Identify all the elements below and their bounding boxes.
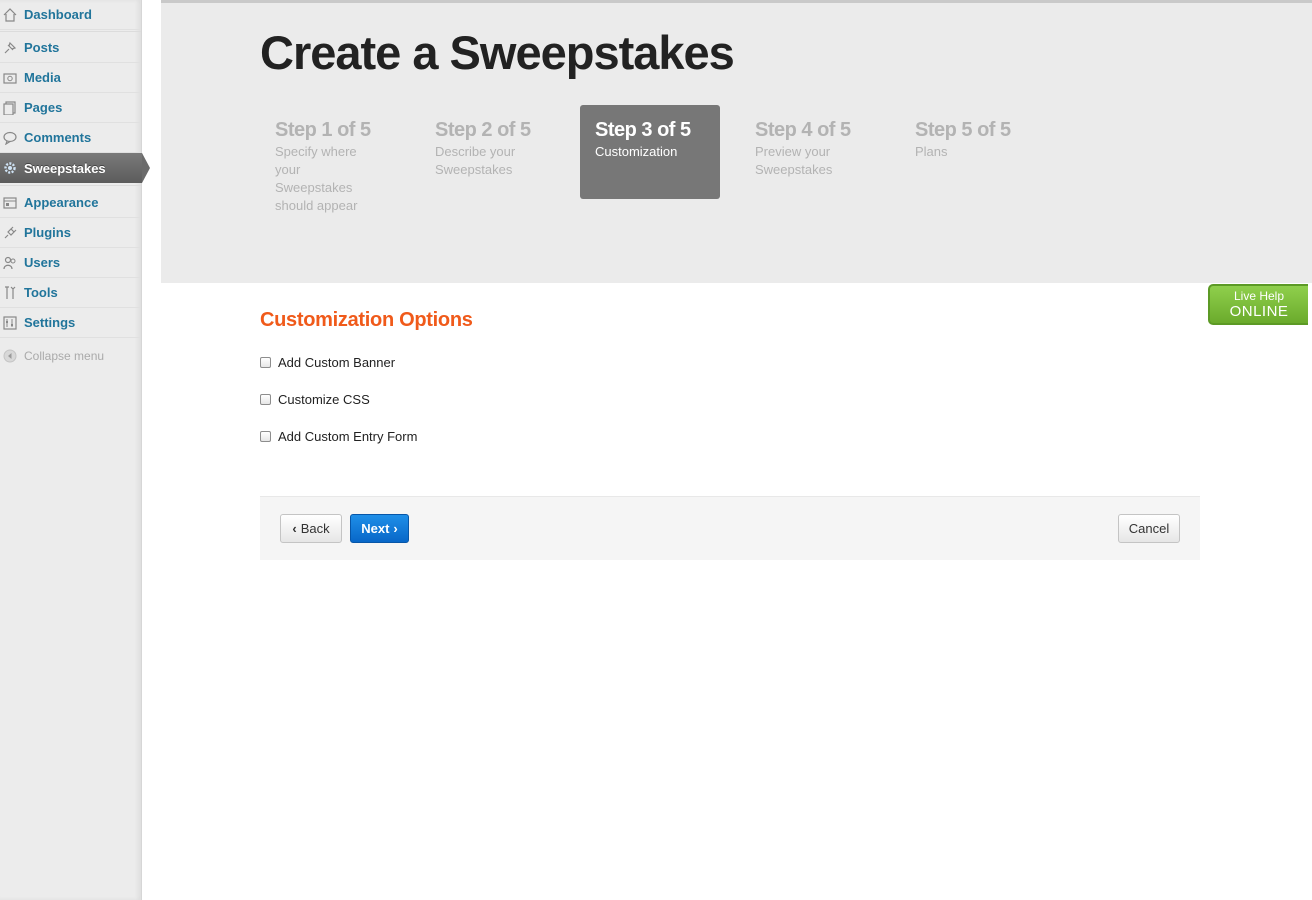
admin-sidebar: Dashboard Posts Media Pages Comments Swe… (0, 0, 150, 900)
sidebar-item-posts[interactable]: Posts (0, 33, 141, 63)
step-title: Step 3 of 5 (595, 119, 691, 141)
plug-icon (3, 226, 17, 240)
cancel-button[interactable]: Cancel (1118, 514, 1180, 543)
option-label: Customize CSS (278, 391, 370, 407)
step-description: Describe your Sweepstakes (435, 144, 516, 177)
step-description: Customization (595, 144, 678, 159)
sidebar-item-appearance[interactable]: Appearance (0, 188, 141, 218)
collapse-arrow-icon (3, 349, 17, 363)
sidebar-item-users[interactable]: Users (0, 248, 141, 278)
collapse-menu-button[interactable]: Collapse menu (0, 341, 141, 371)
appearance-icon (3, 196, 17, 210)
customize-css-checkbox[interactable] (260, 393, 271, 405)
option-custom-entry-form[interactable]: Add Custom Entry Form (260, 427, 417, 445)
step-title: Step 4 of 5 (755, 119, 851, 141)
dashboard-icon (3, 7, 17, 22)
sidebar-item-comments[interactable]: Comments (0, 123, 141, 153)
media-icon (3, 71, 17, 85)
step-description: Plans (915, 144, 948, 159)
sidebar-separator (0, 31, 141, 32)
wizard-step-3[interactable]: Step 3 of 5 Customization (580, 105, 720, 199)
sidebar-separator (0, 185, 141, 186)
custom-entry-form-checkbox[interactable] (260, 430, 271, 442)
option-label: Add Custom Banner (278, 354, 396, 370)
pages-icon (3, 100, 17, 115)
sidebar-item-tools[interactable]: Tools (0, 278, 141, 308)
wizard-action-bar: ‹ Back Next › Cancel (260, 496, 1200, 560)
section-title: Customization Options (260, 309, 473, 331)
option-label: Add Custom Entry Form (278, 428, 418, 444)
live-help-button[interactable]: Live Help ONLINE (1208, 284, 1308, 325)
tools-icon (3, 285, 17, 300)
sidebar-item-sweepstakes[interactable]: Sweepstakes (0, 153, 150, 183)
option-custom-banner[interactable]: Add Custom Banner (260, 353, 395, 371)
wizard-step-2[interactable]: Step 2 of 5 Describe your Sweepstakes (420, 105, 560, 191)
back-button[interactable]: ‹ Back (280, 514, 342, 543)
step-title: Step 2 of 5 (435, 119, 531, 141)
wizard-header: Create a Sweepstakes Step 1 of 5 Specify… (161, 0, 1312, 283)
live-help-status: ONLINE (1229, 303, 1289, 320)
wizard-step-5[interactable]: Step 5 of 5 Plans (900, 105, 1040, 173)
step-description: Preview your Sweepstakes (755, 144, 833, 177)
pin-icon (3, 41, 17, 55)
live-help-label: Live Help (1233, 289, 1285, 303)
step-description: Specify where your Sweepstakes should ap… (275, 144, 358, 213)
wizard-step-1[interactable]: Step 1 of 5 Specify where your Sweepstak… (260, 105, 400, 227)
sidebar-item-dashboard[interactable]: Dashboard (0, 0, 141, 30)
next-button[interactable]: Next › (350, 514, 409, 543)
sidebar-item-media[interactable]: Media (0, 63, 141, 93)
sidebar-item-pages[interactable]: Pages (0, 93, 141, 123)
settings-icon (3, 315, 17, 330)
chevron-left-icon: ‹ (292, 521, 297, 536)
option-customize-css[interactable]: Customize CSS (260, 390, 370, 408)
page-title: Create a Sweepstakes (260, 26, 735, 79)
sidebar-item-settings[interactable]: Settings (0, 308, 141, 338)
wizard-step-4[interactable]: Step 4 of 5 Preview your Sweepstakes (740, 105, 880, 191)
gear-icon (3, 161, 17, 175)
step-title: Step 1 of 5 (275, 119, 371, 141)
chevron-right-icon: › (393, 521, 398, 536)
sidebar-item-plugins[interactable]: Plugins (0, 218, 141, 248)
comment-icon (3, 131, 17, 145)
custom-banner-checkbox[interactable] (260, 356, 271, 368)
users-icon (3, 256, 17, 270)
step-title: Step 5 of 5 (915, 119, 1011, 141)
